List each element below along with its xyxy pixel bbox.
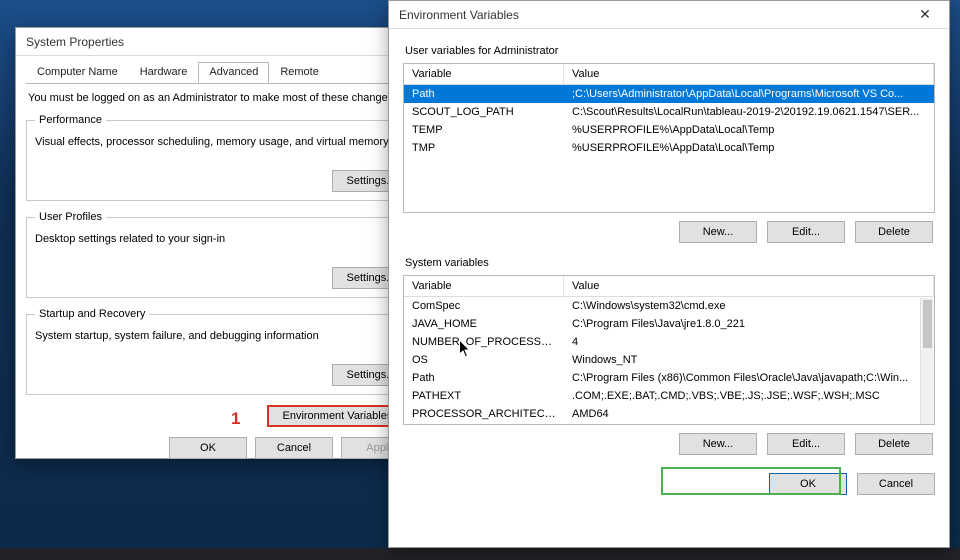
tab-remote[interactable]: Remote [269,62,330,83]
system-edit-button[interactable]: Edit... [767,433,845,455]
titlebar[interactable]: System Properties ✕ [16,28,429,56]
table-row[interactable]: Path;C:\Users\Administrator\AppData\Loca… [404,85,934,103]
system-new-button[interactable]: New... [679,433,757,455]
table-row[interactable]: PathC:\Program Files (x86)\Common Files\… [404,369,920,387]
cell-variable: TEMP [404,121,564,139]
user-new-button[interactable]: New... [679,221,757,243]
table-row[interactable]: TEMP%USERPROFILE%\AppData\Local\Temp [404,121,934,139]
admin-note: You must be logged on as an Administrato… [28,92,419,104]
performance-desc: Visual effects, processor scheduling, me… [35,136,410,148]
table-row[interactable]: ComSpecC:\Windows\system32\cmd.exe [404,297,920,315]
cell-variable: Path [404,369,564,387]
tab-computer-name[interactable]: Computer Name [26,62,129,83]
user-profiles-legend: User Profiles [35,211,106,223]
ok-button[interactable]: OK [169,437,247,459]
system-variables-list[interactable]: Variable Value ComSpecC:\Windows\system3… [403,275,935,425]
close-icon[interactable]: ✕ [907,3,943,27]
cell-variable: JAVA_HOME [404,315,564,333]
cell-variable: SCOUT_LOG_PATH [404,103,564,121]
user-profiles-group: User Profiles Desktop settings related t… [26,211,419,298]
cell-variable: PROCESSOR_ARCHITECTURE [404,405,564,423]
user-variables-label: User variables for Administrator [405,45,935,57]
startup-recovery-group: Startup and Recovery System startup, sys… [26,308,419,395]
table-row[interactable]: JAVA_HOMEC:\Program Files\Java\jre1.8.0_… [404,315,920,333]
system-variables-label: System variables [405,257,935,269]
list-header: Variable Value [404,64,934,85]
cell-value: C:\Scout\Results\LocalRun\tableau-2019-2… [564,103,934,121]
system-properties-window: System Properties ✕ Computer Name Hardwa… [15,27,430,459]
col-variable[interactable]: Variable [404,276,564,296]
cell-value: C:\Program Files (x86)\Common Files\Orac… [564,369,920,387]
table-row[interactable]: PATHEXT.COM;.EXE;.BAT;.CMD;.VBS;.VBE;.JS… [404,387,920,405]
user-variables-list[interactable]: Variable Value Path;C:\Users\Administrat… [403,63,935,213]
table-row[interactable]: OSWindows_NT [404,351,920,369]
user-delete-button[interactable]: Delete [855,221,933,243]
window-title: System Properties [26,35,124,49]
cell-value: ;C:\Users\Administrator\AppData\Local\Pr… [564,85,934,103]
taskbar[interactable] [0,548,960,560]
performance-legend: Performance [35,114,106,126]
cell-variable: TMP [404,139,564,157]
cell-value: C:\Windows\system32\cmd.exe [564,297,920,315]
cell-variable: Path [404,85,564,103]
cancel-button[interactable]: Cancel [857,473,935,495]
cell-value: 4 [564,333,920,351]
performance-group: Performance Visual effects, processor sc… [26,114,419,201]
cell-value: %USERPROFILE%\AppData\Local\Temp [564,139,934,157]
cancel-button[interactable]: Cancel [255,437,333,459]
user-edit-button[interactable]: Edit... [767,221,845,243]
table-row[interactable]: NUMBER_OF_PROCESSORS4 [404,333,920,351]
cell-variable: OS [404,351,564,369]
cell-value: Windows_NT [564,351,920,369]
cell-value: AMD64 [564,405,920,423]
cell-value: %USERPROFILE%\AppData\Local\Temp [564,121,934,139]
cell-variable: NUMBER_OF_PROCESSORS [404,333,564,351]
table-row[interactable]: SCOUT_LOG_PATHC:\Scout\Results\LocalRun\… [404,103,934,121]
table-row[interactable]: PROCESSOR_ARCHITECTUREAMD64 [404,405,920,423]
cell-variable: PATHEXT [404,387,564,405]
table-row[interactable]: TMP%USERPROFILE%\AppData\Local\Temp [404,139,934,157]
col-value[interactable]: Value [564,64,934,84]
startup-recovery-desc: System startup, system failure, and debu… [35,330,410,342]
startup-recovery-legend: Startup and Recovery [35,308,149,320]
scrollbar-thumb[interactable] [923,300,932,348]
annotation-highlight [661,467,841,495]
window-title: Environment Variables [399,8,519,22]
tab-advanced[interactable]: Advanced [198,62,269,83]
tab-hardware[interactable]: Hardware [129,62,199,83]
environment-variables-window: Environment Variables ✕ User variables f… [388,0,950,548]
cell-value: .COM;.EXE;.BAT;.CMD;.VBS;.VBE;.JS;.JSE;.… [564,387,920,405]
list-header: Variable Value [404,276,934,297]
cell-value: C:\Program Files\Java\jre1.8.0_221 [564,315,920,333]
scrollbar[interactable] [920,298,934,424]
user-profiles-desc: Desktop settings related to your sign-in [35,233,410,245]
annotation-number: 1 [231,409,240,429]
col-variable[interactable]: Variable [404,64,564,84]
tab-strip: Computer Name Hardware Advanced Remote [26,62,419,84]
system-delete-button[interactable]: Delete [855,433,933,455]
titlebar[interactable]: Environment Variables ✕ [389,1,949,29]
cell-variable: ComSpec [404,297,564,315]
col-value[interactable]: Value [564,276,934,296]
